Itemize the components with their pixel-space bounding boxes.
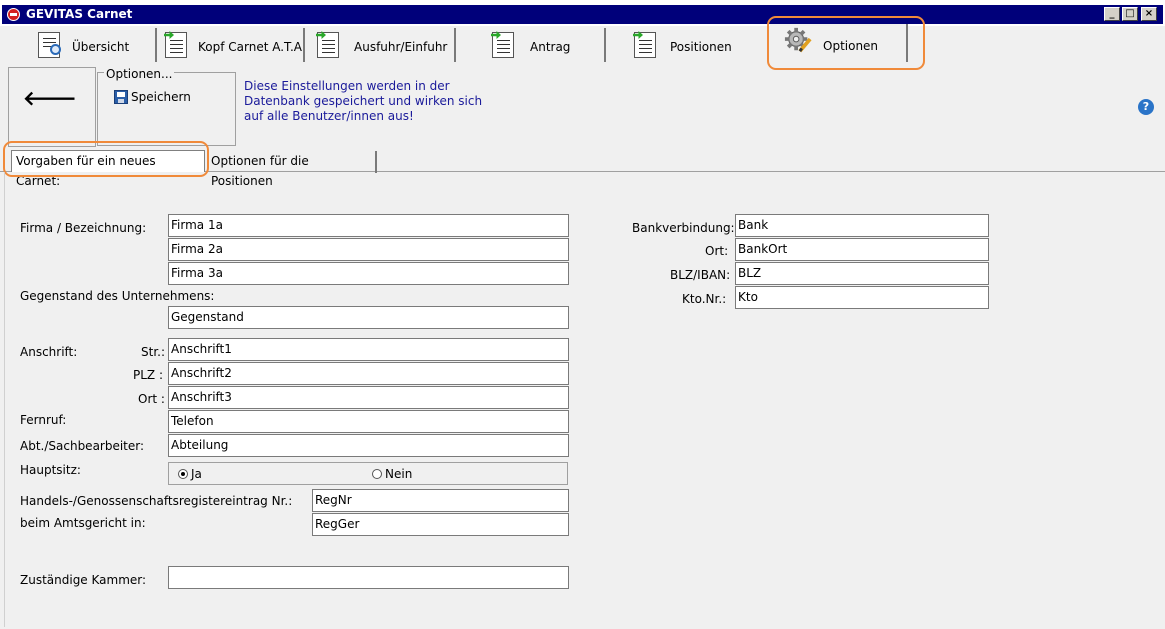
str-label: Str.: [141,345,166,359]
telefon-field[interactable]: Telefon [168,410,569,433]
blz-field[interactable]: BLZ [735,262,989,285]
tab-label: Kopf Carnet A.T.A [198,40,302,54]
tab-label: Antrag [530,40,571,54]
save-button[interactable]: Speichern [114,90,191,104]
save-button-label: Speichern [131,90,191,104]
maximize-button[interactable]: □ [1122,7,1138,21]
blz-label: BLZ/IBAN: [670,268,731,282]
hauptsitz-nein-radio[interactable]: Nein [372,467,412,481]
radio-selected-icon [178,469,188,479]
tab-optionen[interactable]: Optionen [770,24,908,62]
firma1-field[interactable]: Firma 1a [168,214,569,237]
tab-antrag[interactable]: Antrag [458,28,606,62]
fernruf-label: Fernruf: [20,413,67,427]
tab-ausfuhr-einfuhr[interactable]: Ausfuhr/Einfuhr [307,28,456,62]
tab-vorgaben[interactable]: Vorgaben für ein neues Carnet: [11,150,205,188]
options-group: Optionen... Speichern [97,67,236,146]
kto-label: Kto.Nr.: [682,292,727,306]
window-title: GEVITAS Carnet [26,7,133,21]
document-arrow-icon [313,30,341,58]
document-arrow-icon [488,30,516,58]
gegenstand-label: Gegenstand des Unternehmens: [20,289,215,303]
floppy-disk-icon [114,90,128,104]
gegenstand-field[interactable]: Gegenstand [168,306,569,329]
document-arrow-icon [630,30,658,58]
magnifier-list-icon [36,30,64,58]
hauptsitz-ja-radio[interactable]: Ja [178,467,202,481]
amtsgericht-label: beim Amtsgericht in: [20,516,146,530]
info-text: Diese Einstellungen werden in der Datenb… [244,79,483,123]
regger-field[interactable]: RegGer [312,513,569,536]
abteilung-label: Abt./Sachbearbeiter: [20,439,145,453]
radio-label: Nein [385,467,413,481]
kammer-label: Zuständige Kammer: [20,573,147,587]
bank-label: Bankverbindung: [632,221,735,235]
document-arrow-icon [161,30,189,58]
app-icon [7,8,20,21]
help-icon[interactable]: ? [1138,99,1154,115]
register-label: Handels-/Genossenschaftsregistereintrag … [20,494,293,508]
title-bar-background: GEVITAS Carnet _ □ × [2,5,1163,24]
tab-label: Übersicht [72,40,130,54]
tab-label: Ausfuhr/Einfuhr [354,40,448,54]
plz-label: PLZ : [133,368,163,382]
bankort-label: Ort: [705,244,729,258]
hauptsitz-label: Hauptsitz: [20,463,81,477]
hauptsitz-radio-group: Ja Nein [168,462,568,485]
firma2-field[interactable]: Firma 2a [168,238,569,261]
anschrift1-field[interactable]: Anschrift1 [168,338,569,361]
bank-field[interactable]: Bank [735,214,989,237]
tab-positionen[interactable]: Positionen [608,28,760,62]
tab-uebersicht[interactable]: Übersicht [12,28,157,62]
radio-label: Ja [191,467,202,481]
tab-label: Optionen [823,39,879,53]
anschrift-label: Anschrift: [20,345,78,359]
anschrift3-field[interactable]: Anschrift3 [168,386,569,409]
firma3-field[interactable]: Firma 3a [168,262,569,285]
tab-optionen-positionen[interactable]: Optionen für die Positionen [207,151,377,188]
radio-unselected-icon [372,469,382,479]
options-group-label: Optionen... [104,67,175,81]
kammer-field[interactable] [168,566,569,589]
minimize-button[interactable]: _ [1104,7,1120,21]
bankort-field[interactable]: BankOrt [735,238,989,261]
arrow-left-icon: 🡐 [23,86,77,110]
abteilung-field[interactable]: Abteilung [168,434,569,457]
gear-pencil-icon [784,27,812,53]
tab-label: Positionen [670,40,732,54]
firma-label: Firma / Bezeichnung: [20,221,147,235]
tab-kopf-carnet[interactable]: Kopf Carnet A.T.A [159,28,305,62]
regnr-field[interactable]: RegNr [312,489,569,512]
close-button[interactable]: × [1141,7,1157,21]
kto-field[interactable]: Kto [735,286,989,309]
title-bar: GEVITAS Carnet _ □ × [0,0,1165,26]
ort-label: Ort : [138,392,165,406]
back-button[interactable]: 🡐 [8,67,96,147]
anschrift2-field[interactable]: Anschrift2 [168,362,569,385]
